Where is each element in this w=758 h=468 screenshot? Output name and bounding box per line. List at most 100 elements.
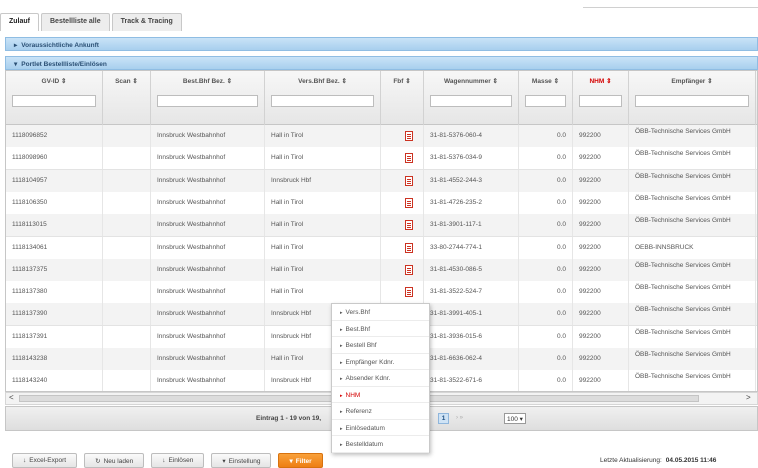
einloesen-button[interactable]: ↓ Einlösen <box>151 453 205 468</box>
column-filter-input[interactable] <box>12 95 96 107</box>
pdf-icon[interactable] <box>405 197 413 208</box>
scroll-left-icon[interactable]: < <box>9 393 14 402</box>
table-row[interactable]: 1118137375 Innsbruck Westbahnhof Hall in T… <box>6 258 757 282</box>
cell-nhm: 992200 <box>573 214 629 237</box>
cell-wagen: 31-81-4552-244-3 <box>424 169 519 192</box>
column-header[interactable]: Wagennummer ⇕ <box>424 71 519 125</box>
pdf-icon[interactable] <box>405 153 413 164</box>
cell-masse: 0.0 <box>519 325 573 348</box>
cell-empf: ÖBB-Technische Services GmbH <box>629 258 756 281</box>
cell-empf: ÖBB-Technische Services GmbH <box>629 147 756 170</box>
table-row[interactable]: 1118104957 Innsbruck Westbahnhof Innsbruck… <box>6 169 757 193</box>
column-filter-input[interactable] <box>430 95 512 107</box>
cell-empf: ÖBB-Technische Services GmbH <box>629 325 756 348</box>
pdf-icon[interactable] <box>405 264 413 275</box>
filter-menu-item[interactable]: ▸ Vers.Bhf <box>332 304 429 321</box>
column-header-label: GV-ID ⇕ <box>41 78 67 85</box>
grid-header: GV-ID ⇕ Scan ⇕ Best.Bhf Bez. ⇕ Vers.Bhf Bez… <box>6 71 757 125</box>
filter-menu-label: Empfänger Kdnr. <box>345 358 395 366</box>
cell-scan <box>103 191 151 214</box>
panel-title: Voraussichtliche Ankunft <box>21 42 99 49</box>
action-bar: ↓ Excel-Export ↻ Neu laden ↓ Einlösen ▾ Eins… <box>12 453 330 468</box>
pdf-icon[interactable] <box>405 131 413 141</box>
column-header[interactable]: GV-ID ⇕ <box>6 71 103 125</box>
table-row[interactable]: 1118106350 Innsbruck Westbahnhof Hall in T… <box>6 191 757 215</box>
filter-menu-item[interactable]: ▸ NHM <box>332 387 429 403</box>
neu-laden-button[interactable]: ↻ Neu laden <box>84 453 145 468</box>
column-filter-input[interactable] <box>525 95 566 107</box>
column-header-label: Scan ⇕ <box>115 78 138 85</box>
cell-empf: OEBB-INNSBRUCK <box>629 236 756 259</box>
scroll-right-icon[interactable]: > <box>746 393 751 402</box>
filter-menu-item[interactable]: ▸ Bestelldatum <box>332 436 429 453</box>
column-header[interactable]: Vers.Bhf Bez. ⇕ <box>265 71 381 125</box>
filter-menu-item[interactable]: ▸ Bestell Bhf <box>332 337 429 354</box>
cell-scan <box>103 147 151 170</box>
pdf-icon[interactable] <box>405 220 413 231</box>
bullet-icon: ▸ <box>340 409 343 415</box>
tab-track-tracing[interactable]: Track & Tracing <box>111 13 182 31</box>
last-update-label: Letzte Aktualisierung: <box>600 457 662 464</box>
column-header[interactable]: Fbf ⇕ <box>381 71 424 125</box>
current-page-button[interactable]: 1 <box>438 413 449 424</box>
tab-bestellliste-alle[interactable]: Bestellliste alle <box>41 13 110 31</box>
button-label: Excel-Export <box>29 457 67 464</box>
bullet-icon: ▸ <box>340 425 343 432</box>
cell-wagen: 31-81-3901-117-1 <box>424 214 519 237</box>
pdf-icon[interactable] <box>405 287 413 298</box>
filter-menu-item[interactable]: ▸ Einlösedatum <box>332 420 429 436</box>
filter-menu-item[interactable]: ▸ Empfänger Kdnr. <box>332 354 429 370</box>
einstellung-button[interactable]: ▾ Einstellung <box>211 453 272 468</box>
tab-bar: Zulauf Bestellliste alle Track & Tracing <box>0 13 184 31</box>
cell-gvid: 1118137380 <box>6 281 103 304</box>
cell-vers: Hall in Tirol <box>265 281 381 304</box>
column-header[interactable]: Empfänger ⇕ <box>629 71 756 125</box>
bullet-icon: ▸ <box>340 442 343 448</box>
cell-vers: Hall in Tirol <box>265 191 381 214</box>
excel-export-button[interactable]: ↓ Excel-Export <box>12 453 78 468</box>
column-header[interactable]: Masse ⇕ <box>519 71 573 125</box>
cell-gvid: 1118106350 <box>6 191 103 214</box>
column-header-label: Fbf ⇕ <box>393 78 411 85</box>
cell-masse: 0.0 <box>519 236 573 259</box>
cell-masse: 0.0 <box>519 281 573 304</box>
cell-best: Innsbruck Westbahnhof <box>151 236 265 259</box>
pdf-icon[interactable] <box>405 175 413 186</box>
table-row[interactable]: 1118113015 Innsbruck Westbahnhof Hall in T… <box>6 214 757 238</box>
column-filter-input[interactable] <box>157 95 258 107</box>
column-header[interactable]: Scan ⇕ <box>103 71 151 125</box>
cell-nhm: 992200 <box>573 258 629 281</box>
cell-masse: 0.0 <box>519 125 573 147</box>
column-header[interactable]: Best.Bhf Bez. ⇕ <box>151 71 265 125</box>
column-header-label: Empfänger ⇕ <box>671 78 713 85</box>
filter-menu-item[interactable]: ▸ Best.Bhf <box>332 321 429 337</box>
pdf-icon[interactable] <box>405 242 413 253</box>
column-filter-input[interactable] <box>271 95 374 107</box>
cell-vers: Hall in Tirol <box>265 236 381 259</box>
column-filter-input[interactable] <box>579 95 622 107</box>
filter-menu-label: NHM <box>345 391 361 399</box>
column-header[interactable]: NHM ⇕ <box>573 71 629 125</box>
cell-nhm: 992200 <box>573 169 629 192</box>
table-row[interactable]: 1118137380 Innsbruck Westbahnhof Hall in T… <box>6 281 757 305</box>
panel-portlet-bestellliste[interactable]: ▾ Portlet Bestellliste/Einlösen <box>5 56 758 70</box>
page-next-icon[interactable]: › » <box>456 415 463 421</box>
panel-voraussichtliche-ankunft[interactable]: ▸ Voraussichtliche Ankunft <box>5 37 758 51</box>
filter-menu-item[interactable]: ▸ Absender Kdnr. <box>332 370 429 387</box>
table-row[interactable]: 1118096852 Innsbruck Westbahnhof Hall in T… <box>6 125 757 148</box>
filter-menu-item[interactable]: ▸ Referenz <box>332 403 429 420</box>
filter-menu-label: Vers.Bhf <box>345 309 371 316</box>
cell-wagen: 31-81-3522-671-6 <box>424 370 519 391</box>
table-row[interactable]: 1118098960 Innsbruck Westbahnhof Hall in T… <box>6 147 757 171</box>
page-size-select[interactable]: 100 ▾ <box>504 413 526 424</box>
cell-scan <box>103 281 151 304</box>
table-row[interactable]: 1118134061 Innsbruck Westbahnhof Hall in T… <box>6 236 757 260</box>
cell-empf: ÖBB-Technische Services GmbH <box>629 281 756 304</box>
cell-masse: 0.0 <box>519 303 573 326</box>
button-label: Einlösen <box>168 457 194 464</box>
cell-masse: 0.0 <box>519 147 573 170</box>
column-header-label: NHM ⇕ <box>589 78 612 85</box>
filter-button[interactable]: ▾ Filter <box>278 453 323 468</box>
column-filter-input[interactable] <box>635 95 749 107</box>
tab-zulauf[interactable]: Zulauf <box>0 13 39 31</box>
